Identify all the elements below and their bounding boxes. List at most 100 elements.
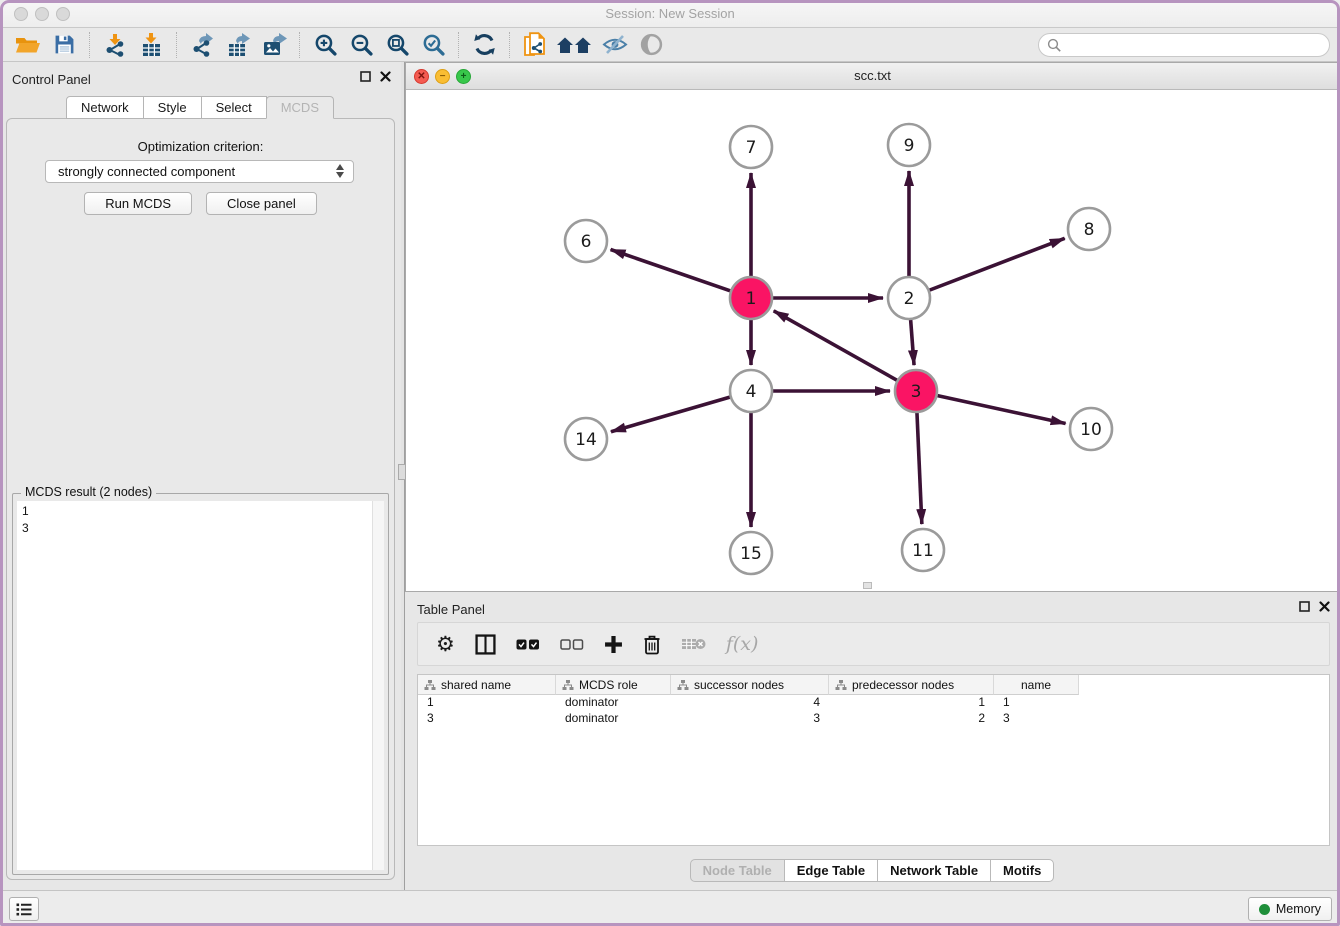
hide-selected-button[interactable] bbox=[597, 30, 633, 60]
control-panel-header: Control Panel bbox=[0, 62, 401, 94]
graph-node-9[interactable]: 9 bbox=[888, 124, 930, 166]
column-header-name[interactable]: name bbox=[994, 675, 1079, 695]
import-network-button[interactable] bbox=[97, 30, 133, 60]
float-table-panel-icon[interactable] bbox=[1299, 601, 1310, 612]
svg-text:2: 2 bbox=[904, 289, 915, 309]
svg-text:8: 8 bbox=[1084, 220, 1095, 240]
save-session-button[interactable] bbox=[46, 30, 82, 60]
tab-network-table[interactable]: Network Table bbox=[877, 859, 991, 882]
deselect-all-icon[interactable] bbox=[560, 639, 584, 650]
svg-text:1: 1 bbox=[746, 289, 757, 309]
settings-gear-icon[interactable]: ⚙ bbox=[436, 634, 455, 655]
open-session-button[interactable] bbox=[10, 30, 46, 60]
table-toolbar: ⚙ bbox=[417, 622, 1330, 666]
svg-text:11: 11 bbox=[912, 541, 934, 561]
table-row[interactable]: 1dominator411 bbox=[418, 695, 1329, 711]
new-network-button[interactable] bbox=[517, 30, 553, 60]
mcds-result-groupbox: MCDS result (2 nodes) 1 3 bbox=[12, 493, 389, 875]
task-history-button[interactable] bbox=[9, 897, 39, 921]
graph-node-6[interactable]: 6 bbox=[565, 220, 607, 262]
run-mcds-button[interactable]: Run MCDS bbox=[84, 192, 192, 215]
graph-node-15[interactable]: 15 bbox=[730, 532, 772, 574]
close-table-panel-icon[interactable] bbox=[1319, 601, 1330, 612]
table-header-row: shared nameMCDS rolesuccessor nodesprede… bbox=[418, 675, 1329, 695]
column-header-shared-name[interactable]: shared name bbox=[418, 675, 556, 695]
delete-table-icon[interactable] bbox=[681, 636, 706, 652]
tab-network[interactable]: Network bbox=[66, 96, 144, 119]
close-panel-icon[interactable] bbox=[380, 71, 391, 82]
mcds-result-area: 1 3 bbox=[17, 501, 384, 870]
graph-node-1[interactable]: 1 bbox=[730, 277, 772, 319]
zoom-fit-button[interactable] bbox=[379, 30, 415, 60]
svg-text:3: 3 bbox=[911, 382, 922, 402]
tab-select[interactable]: Select bbox=[201, 96, 267, 119]
graph-node-10[interactable]: 10 bbox=[1070, 408, 1112, 450]
graph-node-3[interactable]: 3 bbox=[895, 370, 937, 412]
graph-edge-2-3[interactable] bbox=[911, 320, 914, 365]
import-table-button[interactable] bbox=[133, 30, 169, 60]
show-all-button[interactable] bbox=[633, 30, 669, 60]
table-cell: 1 bbox=[418, 695, 556, 711]
column-header-MCDS-role[interactable]: MCDS role bbox=[556, 675, 671, 695]
export-image-button[interactable] bbox=[256, 30, 292, 60]
graph-node-4[interactable]: 4 bbox=[730, 370, 772, 412]
export-table-button[interactable] bbox=[220, 30, 256, 60]
column-tree-icon bbox=[677, 679, 689, 691]
mcds-result-title: MCDS result (2 nodes) bbox=[21, 485, 156, 499]
add-column-icon[interactable] bbox=[604, 635, 623, 654]
memory-button[interactable]: Memory bbox=[1248, 897, 1332, 921]
main-toolbar bbox=[0, 28, 1340, 62]
table-cell: 1 bbox=[994, 695, 1079, 711]
tab-style[interactable]: Style bbox=[143, 96, 202, 119]
graph-edge-3-1[interactable] bbox=[774, 311, 897, 380]
zoom-out-button[interactable] bbox=[343, 30, 379, 60]
graph-node-14[interactable]: 14 bbox=[565, 418, 607, 460]
graph-edge-1-6[interactable] bbox=[611, 249, 731, 290]
graph-edge-4-14[interactable] bbox=[611, 397, 730, 432]
function-builder-icon[interactable]: f(x) bbox=[726, 633, 759, 655]
network-canvas[interactable]: 7 9 6 8 1 2 4 3 14 10 15 11 bbox=[406, 90, 1339, 591]
node-table[interactable]: shared nameMCDS rolesuccessor nodesprede… bbox=[417, 674, 1330, 846]
graph-node-2[interactable]: 2 bbox=[888, 277, 930, 319]
column-header-predecessor-nodes[interactable]: predecessor nodes bbox=[829, 675, 994, 695]
tab-motifs[interactable]: Motifs bbox=[990, 859, 1054, 882]
svg-text:14: 14 bbox=[575, 430, 597, 450]
zoom-selected-button[interactable] bbox=[415, 30, 451, 60]
first-neighbors-button[interactable] bbox=[553, 30, 597, 60]
canvas-resize-grip[interactable] bbox=[863, 582, 872, 589]
search-input[interactable] bbox=[1038, 33, 1330, 57]
column-header-successor-nodes[interactable]: successor nodes bbox=[671, 675, 829, 695]
window-title: Session: New Session bbox=[0, 6, 1340, 21]
control-panel-tabs: NetworkStyleSelectMCDS bbox=[0, 96, 401, 119]
graph-node-11[interactable]: 11 bbox=[902, 529, 944, 571]
table-cell: 3 bbox=[994, 711, 1079, 727]
graph-edge-2-8[interactable] bbox=[930, 238, 1065, 290]
table-cell: dominator bbox=[556, 695, 671, 711]
zoom-in-button[interactable] bbox=[307, 30, 343, 60]
table-body: 1dominator4113dominator323 bbox=[418, 695, 1329, 727]
optimization-criterion-select[interactable]: strongly connected component bbox=[45, 160, 354, 183]
result-scrollbar[interactable] bbox=[372, 501, 384, 870]
graph-node-7[interactable]: 7 bbox=[730, 126, 772, 168]
export-network-button[interactable] bbox=[184, 30, 220, 60]
close-panel-button[interactable]: Close panel bbox=[206, 192, 317, 215]
graph-edge-3-11[interactable] bbox=[917, 413, 922, 524]
split-columns-icon[interactable] bbox=[475, 634, 496, 655]
table-cell: 4 bbox=[671, 695, 829, 711]
float-panel-icon[interactable] bbox=[360, 71, 371, 82]
network-view-window: ✕ − + scc.txt 7968124314101511 bbox=[405, 62, 1340, 592]
apply-layout-button[interactable] bbox=[466, 30, 502, 60]
tab-mcds[interactable]: MCDS bbox=[266, 96, 334, 119]
new-network-from-selection-icon bbox=[523, 32, 547, 58]
table-row[interactable]: 3dominator323 bbox=[418, 711, 1329, 727]
tab-edge-table[interactable]: Edge Table bbox=[784, 859, 878, 882]
tab-node-table[interactable]: Node Table bbox=[690, 859, 785, 882]
delete-column-icon[interactable] bbox=[643, 634, 661, 655]
select-all-icon[interactable] bbox=[516, 639, 540, 650]
optimization-criterion-value: strongly connected component bbox=[58, 164, 235, 179]
network-graph[interactable]: 7 9 6 8 1 2 4 3 14 10 15 11 bbox=[406, 90, 1339, 592]
graph-edge-3-10[interactable] bbox=[937, 396, 1065, 424]
graph-node-8[interactable]: 8 bbox=[1068, 208, 1110, 250]
toolbar-separator bbox=[458, 32, 459, 58]
zoom-in-icon bbox=[314, 33, 337, 56]
